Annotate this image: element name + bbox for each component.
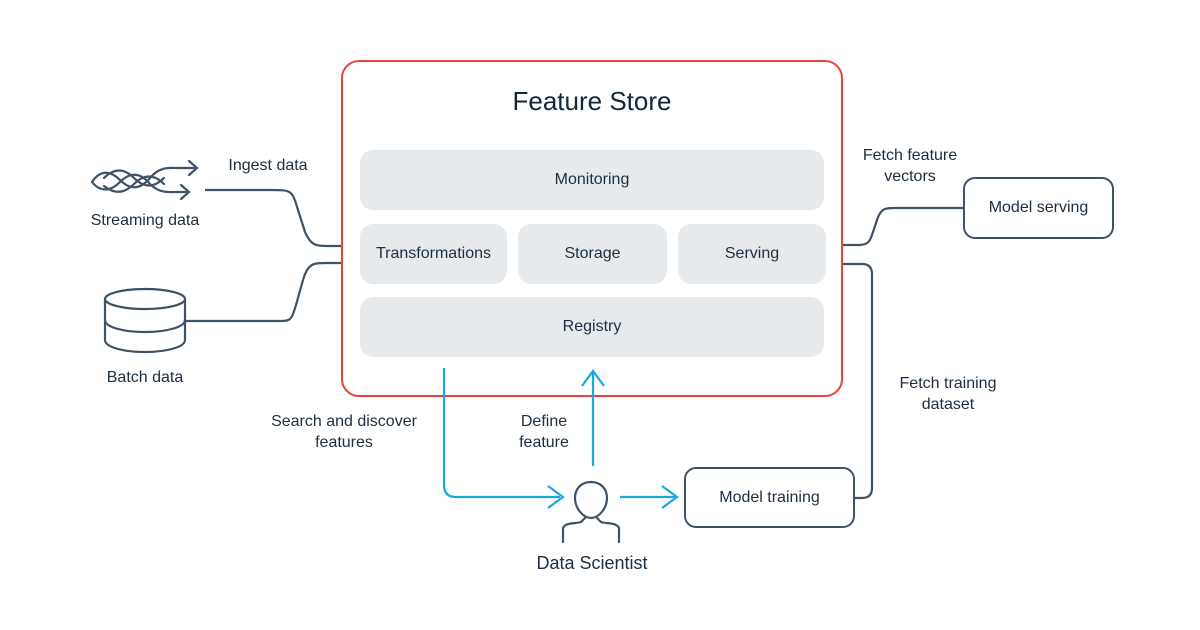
fetch-feature-vectors-label: Fetch feature vectors — [846, 145, 974, 187]
database-icon — [103, 287, 187, 354]
define-line2: feature — [519, 434, 569, 451]
fetch-training-line1: Fetch training — [899, 375, 997, 392]
define-feature-label: Define feature — [504, 411, 584, 453]
model-training-node[interactable]: Model training — [684, 467, 855, 528]
search-line2: features — [315, 434, 373, 451]
ingest-data-label: Ingest data — [228, 157, 308, 174]
flow-layer — [90, 159, 679, 544]
streaming-data-icon — [90, 159, 199, 201]
fetch-vectors-line1: Fetch feature — [862, 147, 958, 164]
person-icon — [561, 480, 621, 544]
data-scientist-label: Data Scientist — [536, 553, 648, 573]
batch-data-label: Batch data — [106, 369, 184, 386]
fetch-training-line2: dataset — [921, 396, 975, 413]
fetch-training-dataset-label: Fetch training dataset — [884, 373, 1012, 415]
search-discover-label: Search and discover features — [258, 411, 430, 453]
fetch-vectors-line2: vectors — [884, 168, 936, 185]
streaming-data-label: Streaming data — [90, 212, 200, 229]
model-serving-node[interactable]: Model serving — [963, 177, 1114, 239]
search-line1: Search and discover — [271, 413, 417, 430]
define-line1: Define — [520, 413, 568, 430]
